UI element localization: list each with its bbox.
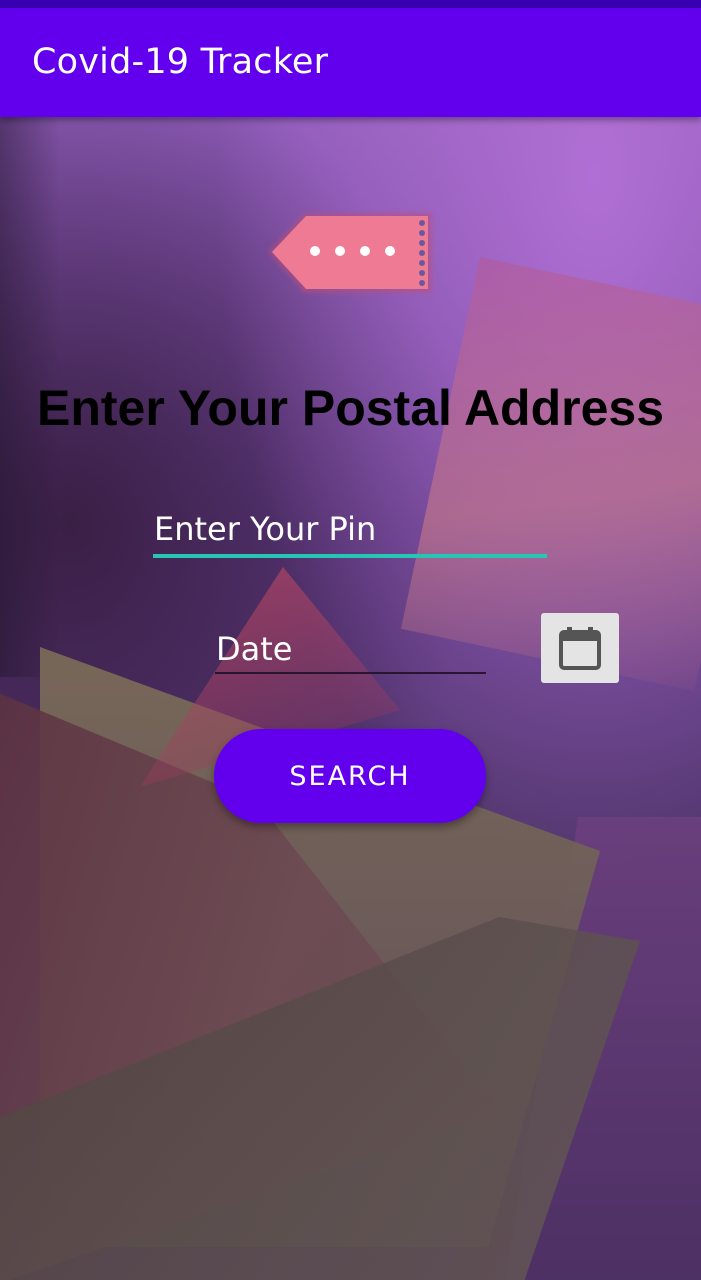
- pin-field[interactable]: [153, 505, 548, 558]
- date-input[interactable]: [215, 626, 487, 672]
- pin-input-underline: [153, 554, 547, 558]
- pin-input[interactable]: [153, 505, 548, 553]
- calendar-button[interactable]: [541, 613, 619, 683]
- page-heading: Enter Your Postal Address: [36, 380, 665, 436]
- postal-tag-icon: [264, 205, 439, 300]
- search-button[interactable]: SEARCH: [214, 729, 486, 823]
- date-input-underline: [215, 672, 486, 674]
- status-bar: [0, 0, 701, 8]
- app-bar: Covid-19 Tracker: [0, 8, 701, 117]
- app-title: Covid-19 Tracker: [32, 42, 329, 82]
- date-field[interactable]: [215, 622, 487, 676]
- calendar-icon: [559, 627, 601, 670]
